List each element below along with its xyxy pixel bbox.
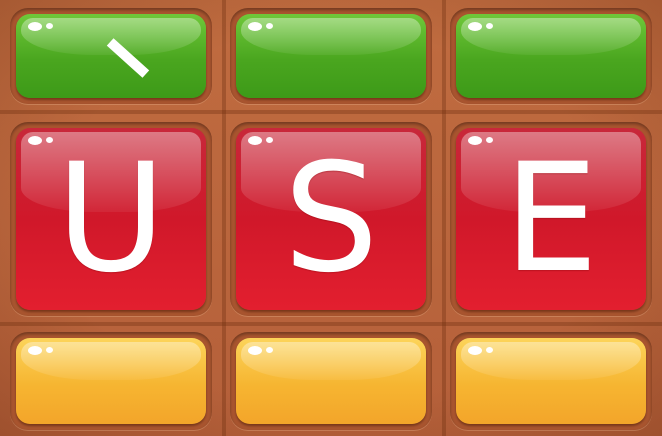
tile-letter xyxy=(236,338,426,424)
orange-tile-2[interactable] xyxy=(236,338,426,424)
orange-tile-1[interactable] xyxy=(16,338,206,424)
green-tile-3[interactable] xyxy=(456,14,646,98)
tile-slot xyxy=(450,8,652,104)
orange-tile-3[interactable] xyxy=(456,338,646,424)
tile-letter: E xyxy=(503,132,599,306)
tile-slot xyxy=(10,332,212,430)
tile-slot: E xyxy=(450,122,652,316)
board-seam xyxy=(0,322,662,326)
red-tile-e[interactable]: E xyxy=(456,128,646,310)
green-tile-2[interactable] xyxy=(236,14,426,98)
tile-slot: S xyxy=(230,122,432,316)
tile-letter xyxy=(16,14,206,98)
tile-letter xyxy=(456,338,646,424)
tile-slot xyxy=(10,8,212,104)
tile-letter xyxy=(16,338,206,424)
tile-letter xyxy=(456,14,646,98)
tile-letter: S xyxy=(283,132,379,306)
board-seam xyxy=(442,0,446,436)
tile-slot xyxy=(450,332,652,430)
red-tile-s[interactable]: S xyxy=(236,128,426,310)
board-seam xyxy=(0,110,662,114)
tile-letter xyxy=(236,14,426,98)
board-seam xyxy=(222,0,226,436)
tile-slot: U xyxy=(10,122,212,316)
tile-slot xyxy=(230,332,432,430)
red-tile-u[interactable]: U xyxy=(16,128,206,310)
tile-slot xyxy=(230,8,432,104)
tile-letter: U xyxy=(56,132,166,306)
green-tile-1[interactable] xyxy=(16,14,206,98)
game-board: U S E xyxy=(0,0,662,436)
